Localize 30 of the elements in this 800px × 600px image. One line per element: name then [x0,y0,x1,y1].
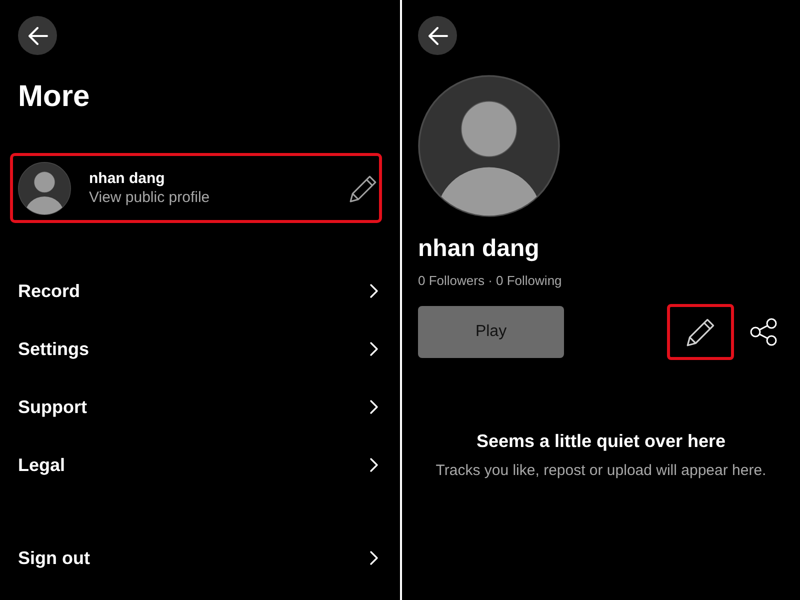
pencil-icon [686,317,716,347]
back-button[interactable] [418,16,457,55]
share-icon [750,318,777,346]
profile-row[interactable]: nhan dang View public profile [10,153,382,223]
menu-item[interactable]: Settings [18,320,382,378]
menu-item[interactable]: Legal [18,436,382,494]
empty-state-title: Seems a little quiet over here [476,430,726,452]
play-button[interactable]: Play [418,306,564,358]
chevron-right-icon [370,284,378,298]
back-arrow-icon [428,26,448,44]
chevron-right-icon [370,342,378,356]
follow-stats: 0 Followers · 0 Following [418,272,562,289]
share-button[interactable] [750,318,777,346]
back-button[interactable] [18,16,57,55]
empty-state-message: Tracks you like, repost or upload will appear here. [436,461,766,480]
profile-name: nhan dang [89,169,165,188]
back-arrow-icon [28,26,48,44]
edit-profile-button[interactable] [667,304,734,360]
user-name: nhan dang [418,234,540,264]
menu-item[interactable]: Support [18,378,382,436]
pencil-icon [349,174,378,202]
view-profile-link[interactable]: View public profile [89,188,210,207]
chevron-right-icon [370,458,378,472]
avatar-icon [18,162,71,214]
menu-item[interactable]: Sign out [18,529,382,587]
chevron-right-icon [370,400,378,414]
menu-item[interactable]: Record [18,262,382,320]
avatar-icon [418,75,560,217]
chevron-right-icon [370,551,378,565]
page-title: More [18,79,90,115]
